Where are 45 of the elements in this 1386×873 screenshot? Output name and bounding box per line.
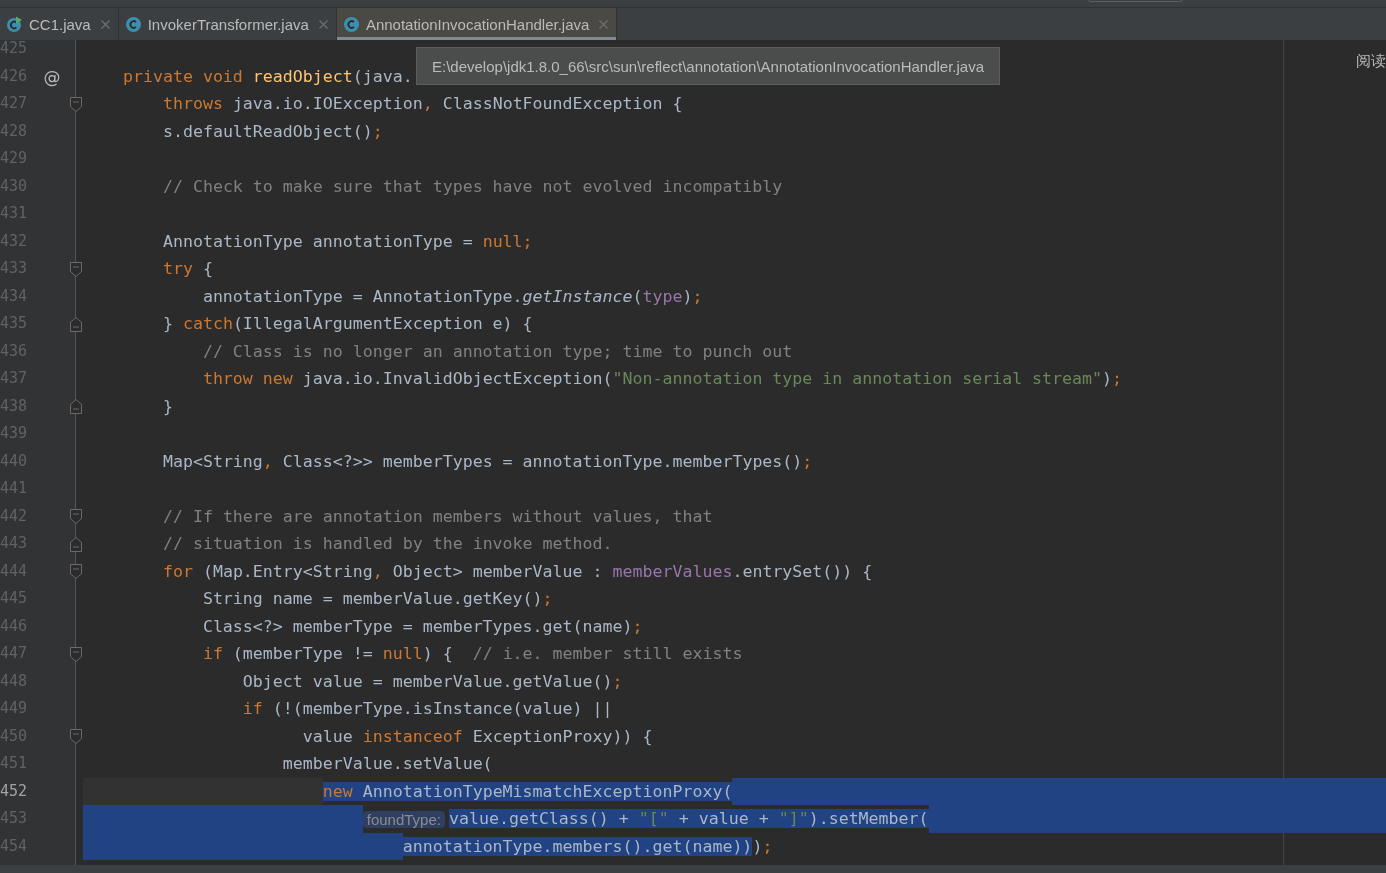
code-line: value.getClass() + "[" + value + "]").setMember( <box>448 808 929 831</box>
fold-marker-icon[interactable] <box>69 261 82 277</box>
code-line: for (Map.Entry<String, Object> memberValue : memberValues.entrySet()) { <box>162 560 873 583</box>
code-line: private void readObject(java. <box>122 65 413 88</box>
fold-marker-icon[interactable] <box>69 564 82 579</box>
parameter-hint: foundType: <box>362 810 445 828</box>
code-line: if (!(memberType.isInstance(value) || <box>242 698 613 721</box>
class-icon <box>342 15 360 33</box>
code-line: } catch(IllegalArgumentException e) { <box>162 313 533 336</box>
fold-marker-icon[interactable] <box>69 646 82 662</box>
code-line: String name = memberValue.getKey(); <box>202 588 553 611</box>
code-line: try { <box>162 258 213 281</box>
code-line: AnnotationType annotationType = null; <box>162 230 533 253</box>
code-line: annotationType = AnnotationType.getInstance(type); <box>202 285 703 308</box>
close-icon[interactable] <box>100 19 110 29</box>
fold-marker-icon[interactable] <box>69 509 82 524</box>
gutter-marker[interactable]: @ <box>43 66 61 87</box>
code-line: // Check to make sure that types have not evolved incompatibly <box>162 175 783 198</box>
fold-marker-icon[interactable] <box>69 399 82 414</box>
code-line: if (memberType != null) { // i.e. member still exists <box>202 643 743 666</box>
editor-tab[interactable]: AnnotationInvocationHandler.java <box>336 8 618 40</box>
code-line: memberValue.setValue( <box>282 753 493 776</box>
close-icon[interactable] <box>318 19 328 29</box>
code-line: throws java.io.IOException, ClassNotFoundException { <box>162 93 683 116</box>
code-line: // If there are annotation members without values, that <box>162 505 713 528</box>
runnable-class-icon <box>6 15 23 33</box>
code-line: new AnnotationTypeMismatchExceptionProxy( <box>322 780 733 803</box>
code-line: Class<?> memberType = memberTypes.get(name); <box>202 615 643 638</box>
code-line: Object value = memberValue.getValue(); <box>242 670 623 693</box>
reader-mode-label[interactable]: 阅读 <box>1356 52 1386 71</box>
fold-marker-icon[interactable] <box>69 536 82 552</box>
line-number: 452 <box>0 780 29 802</box>
fold-marker-icon[interactable] <box>69 316 82 332</box>
code-line: s.defaultReadObject(); <box>162 120 383 143</box>
code-line: // Class is no longer an annotation type; time to punch out <box>202 340 793 363</box>
file-path-tooltip: E:\develop\jdk1.8.0_66\src\sun\reflect\annotation\AnnotationInvocationHandler.java <box>416 47 1001 85</box>
close-icon[interactable] <box>599 19 609 29</box>
code-line: // situation is handled by the invoke method. <box>162 533 613 556</box>
fold-marker-icon[interactable] <box>69 729 82 744</box>
fold-marker-icon[interactable] <box>69 96 82 112</box>
code-line: } <box>162 395 173 418</box>
code-line: Map<String, Class<?>> memberTypes = annotationType.memberTypes(); <box>162 450 813 473</box>
code-line: throw new java.io.InvalidObjectException("Non-annotation type in annotation serial stream"); <box>202 368 1123 391</box>
class-icon <box>124 15 142 33</box>
code-line: value instanceof ExceptionProxy)) { <box>302 725 653 748</box>
